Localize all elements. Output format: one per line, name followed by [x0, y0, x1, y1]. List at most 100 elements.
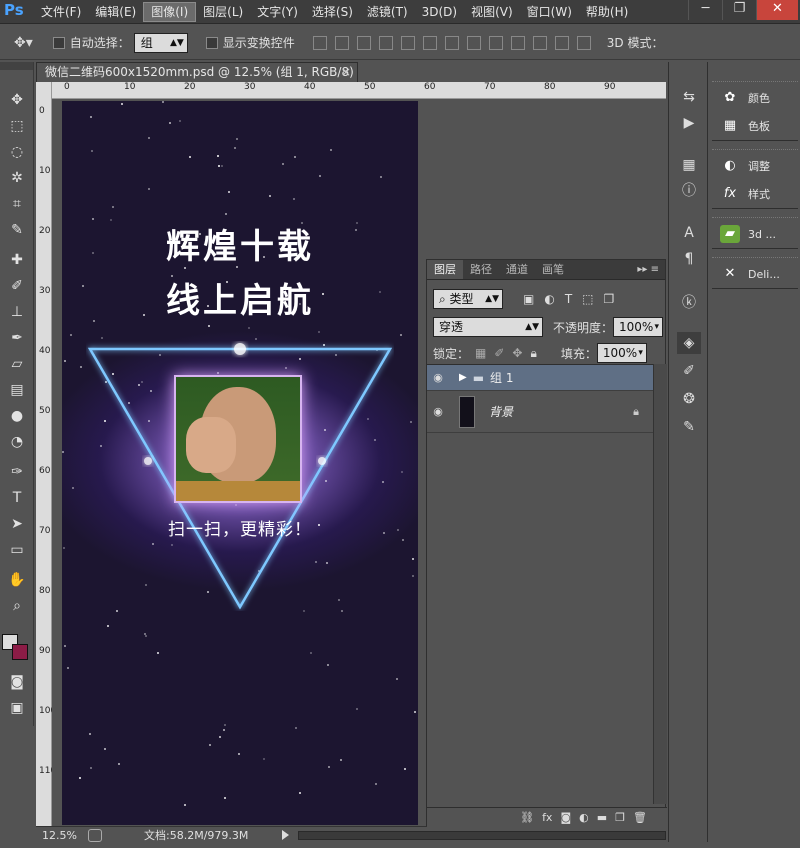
magic-wand-icon[interactable]: ✲	[4, 166, 30, 190]
align-hcenter-icon[interactable]	[400, 35, 415, 50]
dock-item-swatches[interactable]: ▦ 色板	[712, 112, 798, 140]
pen-tool-icon[interactable]: ✑	[4, 460, 30, 484]
auto-align-icon[interactable]	[576, 35, 591, 50]
lock-all-icon[interactable]: 🔒︎	[530, 346, 536, 361]
menu-layer[interactable]: 图层(L)	[196, 0, 250, 24]
history-brush-icon[interactable]: ✒	[4, 326, 30, 350]
layer-name[interactable]: 背景	[489, 403, 513, 420]
menu-view[interactable]: 视图(V)	[464, 0, 520, 24]
move-tool-icon[interactable]: ✥	[4, 88, 30, 112]
distribute-hcenter-icon[interactable]	[532, 35, 547, 50]
dock-group-handle[interactable]	[712, 142, 798, 150]
menu-help[interactable]: 帮助(H)	[579, 0, 635, 24]
lock-position-icon[interactable]: ✥	[512, 346, 522, 360]
distribute-bottom-icon[interactable]	[488, 35, 503, 50]
layers-stack-icon[interactable]: ◈	[677, 332, 701, 354]
tab-brushes[interactable]: 画笔	[535, 260, 571, 279]
type-tool-icon[interactable]: T	[4, 486, 30, 510]
distribute-left-icon[interactable]	[510, 35, 525, 50]
visibility-eye-icon[interactable]: ◉	[427, 405, 449, 418]
blend-mode-dropdown[interactable]: 穿透 ▲▼	[433, 317, 543, 337]
dock-group-handle[interactable]	[712, 250, 798, 258]
blur-tool-icon[interactable]: ●	[4, 404, 30, 428]
adjustment-layer-icon[interactable]: ◐	[579, 811, 589, 824]
opacity-input[interactable]: 100% ▾	[613, 317, 664, 337]
close-button[interactable]: ✕	[756, 0, 798, 20]
document-tab[interactable]: 微信二维码600x1520mm.psd @ 12.5% (组 1, RGB/8)…	[36, 62, 358, 82]
distribute-right-icon[interactable]	[554, 35, 569, 50]
status-info-icon[interactable]	[88, 829, 102, 842]
menu-file[interactable]: 文件(F)	[34, 0, 88, 24]
layer-name[interactable]: 组 1	[490, 369, 513, 386]
gradient-tool-icon[interactable]: ▤	[4, 378, 30, 402]
eyedropper-tool-icon[interactable]: ✎	[4, 218, 30, 242]
stamp-tool-icon[interactable]: ⊥	[4, 300, 30, 324]
align-left-icon[interactable]	[378, 35, 393, 50]
align-vcenter-icon[interactable]	[334, 35, 349, 50]
filter-smart-icon[interactable]: ❐	[604, 292, 615, 306]
lock-pixels-icon[interactable]: ▦	[475, 346, 486, 360]
lasso-tool-icon[interactable]: ◌	[4, 140, 30, 164]
menu-image[interactable]: 图像(I)	[143, 2, 197, 22]
fill-input[interactable]: 100% ▾	[596, 343, 647, 363]
path-select-icon[interactable]: ➤	[4, 512, 30, 536]
marquee-tool-icon[interactable]: ⬚	[4, 114, 30, 138]
filter-adjust-icon[interactable]: ◐	[544, 292, 554, 306]
properties-icon[interactable]: ▦	[677, 154, 701, 176]
minimize-button[interactable]: ─	[688, 0, 722, 20]
layer-filter-dropdown[interactable]: ⌕ 类型 ▲▼	[433, 289, 503, 309]
zoom-level[interactable]: 12.5%	[42, 827, 77, 844]
status-menu-arrow-icon[interactable]	[282, 830, 289, 840]
menu-window[interactable]: 窗口(W)	[520, 0, 579, 24]
actions-play-icon[interactable]: ▶	[677, 112, 701, 134]
filter-shape-icon[interactable]: ⬚	[582, 292, 593, 306]
delete-layer-icon[interactable]: 🗑︎	[633, 811, 647, 824]
lock-paint-icon[interactable]: ✐	[494, 346, 504, 360]
panel-menu-icon[interactable]: ▸▸ ≡	[631, 260, 665, 279]
tab-channels[interactable]: 通道	[499, 260, 535, 279]
new-layer-icon[interactable]: ❐	[615, 811, 625, 824]
menu-type[interactable]: 文字(Y)	[250, 0, 305, 24]
menu-edit[interactable]: 编辑(E)	[88, 0, 143, 24]
artwork-canvas[interactable]: 辉煌十载 线上启航 扫一扫，更精彩！	[62, 101, 418, 825]
zoom-tool-icon[interactable]: ⌕	[4, 594, 30, 618]
background-color-swatch[interactable]	[12, 644, 28, 660]
layer-list-scrollbar[interactable]	[653, 364, 667, 804]
tab-paths[interactable]: 路径	[463, 260, 499, 279]
align-top-icon[interactable]	[312, 35, 327, 50]
new-group-icon[interactable]: ▬	[597, 811, 607, 824]
align-bottom-icon[interactable]	[356, 35, 371, 50]
dodge-tool-icon[interactable]: ◔	[4, 430, 30, 454]
distribute-vcenter-icon[interactable]	[466, 35, 481, 50]
paragraph-icon[interactable]: ¶	[677, 248, 701, 270]
dock-item-color[interactable]: ✿ 颜色	[712, 84, 798, 112]
auto-select-dropdown[interactable]: 组 ▲▼	[133, 32, 188, 53]
healing-brush-icon[interactable]: ✚	[4, 248, 30, 272]
ku-plugin-icon[interactable]: ⓚ	[677, 292, 701, 314]
dock-item-styles[interactable]: fx 样式	[712, 180, 798, 208]
align-right-icon[interactable]	[422, 35, 437, 50]
rectangle-tool-icon[interactable]: ▭	[4, 538, 30, 562]
menu-3d[interactable]: 3D(D)	[415, 0, 464, 24]
visibility-eye-icon[interactable]: ◉	[427, 371, 449, 384]
dock-item-adjustments[interactable]: ◐ 调整	[712, 152, 798, 180]
filter-pixel-icon[interactable]: ▣	[523, 292, 534, 306]
dock-group-handle[interactable]	[712, 74, 798, 82]
screen-mode-icon[interactable]: ▣	[4, 696, 30, 720]
quick-mask-icon[interactable]: ◙	[4, 670, 30, 694]
dock-group-handle[interactable]	[712, 210, 798, 218]
toolbar-grip[interactable]	[0, 62, 33, 70]
auto-select-checkbox[interactable]	[52, 36, 65, 49]
layer-row-background[interactable]: ◉ 背景 🔒︎	[427, 391, 653, 433]
menu-select[interactable]: 选择(S)	[305, 0, 360, 24]
show-transform-checkbox[interactable]	[205, 36, 218, 49]
dock-item-deli[interactable]: ✕ Deli...	[712, 260, 798, 288]
menu-filter[interactable]: 滤镜(T)	[360, 0, 415, 24]
expand-arrow-icon[interactable]: ▶	[459, 372, 467, 383]
channels-icon[interactable]: ❂	[677, 388, 701, 410]
tab-layers[interactable]: 图层	[427, 260, 463, 279]
crop-tool-icon[interactable]: ⌗	[4, 192, 30, 216]
move-tool-icon[interactable]: ✥▾	[14, 35, 33, 51]
brushes-icon[interactable]: ✎	[677, 416, 701, 438]
paths-icon[interactable]: ✐	[677, 360, 701, 382]
